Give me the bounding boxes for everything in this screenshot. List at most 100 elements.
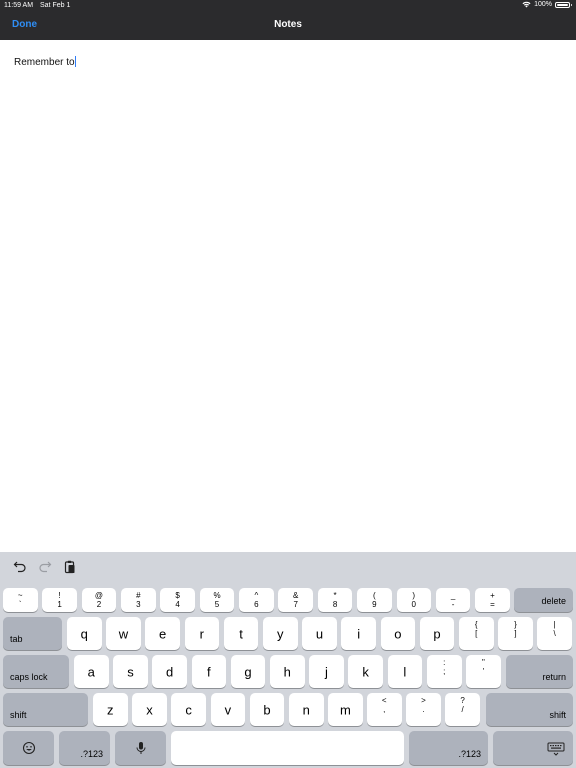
redo-button[interactable] [37, 559, 53, 575]
key-w[interactable]: w [106, 617, 141, 650]
key-label: o [394, 626, 402, 641]
key-1[interactable]: ! 1 [42, 588, 77, 612]
key-label: w [118, 626, 129, 641]
key-dual-label: * 8 [318, 591, 353, 609]
key--[interactable]: _ - [435, 588, 471, 612]
key-v[interactable]: v [210, 693, 246, 726]
key-bottom-char: 1 [57, 600, 62, 609]
key-a[interactable]: a [74, 655, 109, 688]
key-8[interactable]: * 8 [317, 588, 353, 612]
key-label: m [340, 702, 351, 717]
key-t[interactable]: t [223, 617, 259, 650]
key-s[interactable]: s [113, 655, 148, 688]
key-.[interactable]: >. [406, 693, 441, 726]
key-i[interactable]: i [341, 617, 376, 650]
key-top-char: ? [460, 696, 465, 705]
key-3[interactable]: #3 [121, 588, 156, 612]
key-u[interactable]: u [302, 617, 337, 650]
key-dual-label: (9 [357, 591, 392, 609]
text-caret [74, 56, 76, 67]
keyboard-dismiss-icon [547, 742, 565, 756]
right-shift-key[interactable]: shift [486, 693, 573, 726]
key-j[interactable]: j [309, 655, 344, 688]
key-9[interactable]: (9 [357, 588, 392, 612]
shortcut-bar [0, 552, 576, 582]
space-bar[interactable] [171, 731, 404, 765]
key-e[interactable]: e [145, 617, 180, 650]
key-[[interactable]: {[ [459, 617, 494, 650]
key-top-char: * [333, 591, 337, 600]
key-label: .?123 [80, 749, 103, 759]
key-h[interactable]: h [270, 655, 305, 688]
dictation-key[interactable] [115, 731, 166, 765]
key-top-char: ~ [17, 591, 23, 600]
key-c[interactable]: c [171, 693, 206, 726]
key-n[interactable]: n [289, 693, 324, 726]
key-y[interactable]: y [263, 617, 298, 650]
key-7[interactable]: & 7 [278, 588, 313, 612]
key-b[interactable]: b [249, 693, 285, 726]
key-=[interactable]: + = [475, 588, 510, 612]
key-5[interactable]: % 5 [199, 588, 235, 612]
microphone-icon [136, 742, 145, 754]
key-label: q [80, 626, 88, 641]
key-p[interactable]: p [419, 617, 455, 650]
key-bottom-char: 3 [136, 600, 141, 609]
key-dual-label: ) 0 [397, 591, 432, 609]
key-label: j [324, 664, 328, 679]
paste-icon [64, 560, 75, 574]
delete-key[interactable]: delete [514, 588, 573, 612]
key-bottom-char: ` [18, 600, 22, 609]
key-;[interactable]: :; [427, 655, 462, 688]
key-/[interactable]: ? / [445, 693, 480, 726]
key-top-char: } [514, 620, 517, 629]
key-'[interactable]: " ' [466, 655, 501, 688]
caps-lock-key[interactable]: caps lock [3, 655, 69, 688]
key-label: r [199, 626, 205, 641]
key-dual-label: ^ 6 [239, 591, 274, 609]
nav-title: Notes [274, 19, 302, 30]
status-time: 11:59 AM [4, 2, 34, 9]
numbers-key-right[interactable]: .?123 [409, 731, 488, 765]
return-key[interactable]: return [506, 655, 573, 688]
key-z[interactable]: z [93, 693, 128, 726]
note-text-area[interactable]: Remember to [14, 56, 76, 68]
key-top-char: ! [58, 591, 61, 600]
key-q[interactable]: q [67, 617, 102, 650]
key-\[interactable]: | \ [537, 617, 572, 650]
dismiss-keyboard-key[interactable] [493, 731, 573, 765]
key-0[interactable]: ) 0 [396, 588, 432, 612]
emoji-key[interactable] [3, 731, 54, 765]
key-m[interactable]: m [328, 693, 363, 726]
key-d[interactable]: d [152, 655, 187, 688]
key-g[interactable]: g [230, 655, 266, 688]
key-f[interactable]: f [191, 655, 227, 688]
key-bottom-char: 7 [293, 600, 298, 609]
key-label: shift [549, 710, 566, 720]
key-dual-label: #3 [121, 591, 156, 609]
key-label: x [146, 702, 153, 717]
key-2[interactable]: @2 [81, 588, 117, 612]
key-x[interactable]: x [132, 693, 167, 726]
key-6[interactable]: ^ 6 [239, 588, 274, 612]
key-label: y [277, 626, 284, 641]
paste-button[interactable] [62, 559, 78, 575]
key-][interactable]: }] [498, 617, 533, 650]
battery-level [557, 3, 568, 6]
numbers-key-left[interactable]: .?123 [59, 731, 110, 765]
key-top-char: @ [94, 591, 103, 600]
key-top-char: < [381, 696, 387, 705]
key-k[interactable]: k [348, 655, 383, 688]
key-label: s [127, 664, 134, 679]
key-top-char: { [474, 620, 478, 629]
tab-key[interactable]: tab [3, 617, 62, 650]
key-4[interactable]: $4 [160, 588, 195, 612]
key-label: delete [541, 596, 566, 606]
key-l[interactable]: l [387, 655, 423, 688]
left-shift-key[interactable]: shift [3, 693, 88, 726]
undo-button[interactable] [12, 559, 28, 575]
key-o[interactable]: o [380, 617, 416, 650]
key-`[interactable]: ~ ` [3, 588, 38, 612]
key-r[interactable]: r [184, 617, 220, 650]
key-,[interactable]: <, [367, 693, 402, 726]
